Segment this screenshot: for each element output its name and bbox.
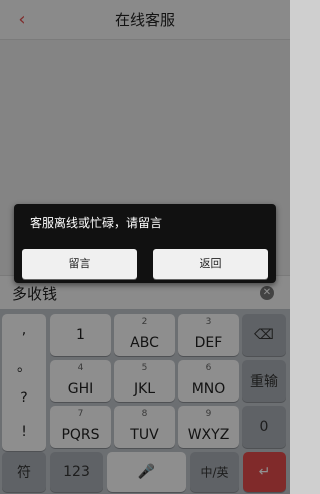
- dialog-message: 客服离线或忙碌，请留言: [30, 216, 163, 230]
- offline-dialog: 客服离线或忙碌，请留言 留言 返回: [14, 204, 276, 283]
- leave-message-button[interactable]: 留言: [22, 249, 137, 279]
- return-button[interactable]: 返回: [153, 249, 268, 279]
